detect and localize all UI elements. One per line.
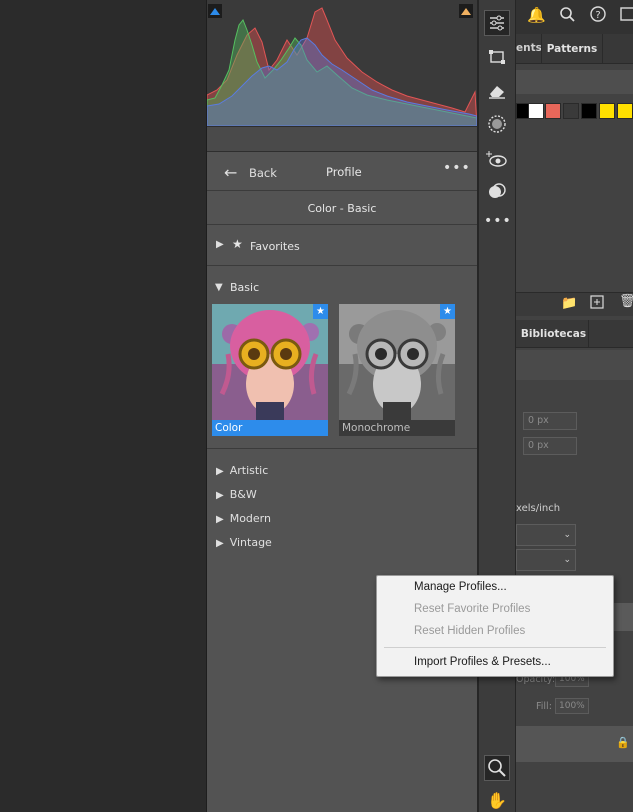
crop-tool[interactable] [484, 45, 510, 71]
menu-item-reset-hidden-profiles[interactable]: Reset Hidden Profiles [414, 625, 525, 637]
shadow-clip-icon [210, 8, 220, 15]
favorite-star-icon[interactable]: ★ [313, 304, 328, 319]
masking-tool[interactable] [484, 112, 510, 138]
highlight-clipping-toggle[interactable] [459, 4, 473, 18]
expand-triangle-icon[interactable]: ▶ [216, 239, 224, 250]
group-label: B&W [229, 488, 257, 501]
portrait-monochrome-image [339, 304, 455, 420]
swatch[interactable] [563, 103, 579, 119]
menu-item-reset-favorite-profiles[interactable]: Reset Favorite Profiles [414, 603, 530, 615]
question-circle-icon: ? [590, 6, 606, 22]
swatch[interactable] [617, 103, 633, 119]
y-position-field[interactable]: 0 px [523, 437, 577, 455]
group-bw[interactable]: ▶ B&W [216, 488, 257, 501]
profile-preview-color [212, 304, 328, 420]
dropdown-2[interactable]: ⌄ [516, 549, 576, 571]
profile-preview-monochrome [339, 304, 455, 420]
favorite-star-icon[interactable]: ★ [440, 304, 455, 319]
more-options-button[interactable]: ••• [443, 160, 471, 176]
histogram [206, 0, 478, 127]
thumb-label: Color [212, 420, 328, 436]
menu-separator [384, 647, 606, 648]
group-label: Artistic [229, 464, 269, 477]
masking-icon [488, 115, 506, 133]
help-icon[interactable]: ? [590, 6, 606, 26]
trash-icon[interactable]: 🗑 [619, 294, 633, 309]
profile-thumb-color[interactable]: Color ★ [212, 304, 328, 436]
zoom-tool[interactable] [484, 755, 510, 781]
tab-libraries[interactable]: Bibliotecas [519, 320, 589, 348]
eraser-icon [489, 86, 505, 99]
profile-thumb-monochrome[interactable]: Monochrome ★ [339, 304, 455, 436]
panel-icon[interactable] [620, 6, 633, 26]
hand-tool[interactable]: ✋ [484, 788, 510, 812]
fill-field[interactable]: 100% [555, 698, 589, 714]
menu-item-manage-profiles[interactable]: Manage Profiles... [414, 581, 507, 593]
window-panel-icon [620, 7, 633, 21]
expand-triangle-icon: ▶ [216, 538, 224, 549]
star-icon: ★ [232, 237, 243, 251]
more-tools-button[interactable]: ••• [484, 208, 511, 234]
presets-icon [489, 183, 506, 198]
portrait-color-image [212, 304, 328, 420]
photoshop-side-panel [516, 0, 633, 812]
highlight-clip-icon [461, 8, 471, 15]
search-glass-icon [560, 7, 575, 22]
current-profile-name: Color - Basic [207, 192, 477, 225]
collapse-triangle-icon[interactable]: ▼ [215, 282, 223, 293]
shadow-clipping-toggle[interactable] [208, 4, 222, 18]
group-label: Modern [229, 512, 271, 525]
expand-triangle-icon: ▶ [216, 514, 224, 525]
edit-sliders-tool[interactable] [484, 10, 510, 36]
red-eye-tool[interactable] [484, 148, 510, 174]
group-modern[interactable]: ▶ Modern [216, 512, 271, 525]
presets-tool[interactable] [484, 179, 510, 205]
resolution-unit-label: xels/inch [516, 503, 561, 514]
basic-group-label[interactable]: Basic [230, 281, 259, 294]
favorites-label: Favorites [250, 240, 300, 253]
swatch[interactable] [528, 103, 544, 119]
group-vintage[interactable]: ▶ Vintage [216, 536, 272, 549]
divider [207, 448, 477, 449]
back-button[interactable]: Back [249, 166, 277, 180]
menu-item-import-profiles-presets[interactable]: Import Profiles & Presets... [414, 656, 551, 668]
favorites-group[interactable] [207, 226, 477, 266]
x-position-field[interactable]: 0 px [523, 412, 577, 430]
thumb-label: Monochrome [339, 420, 455, 436]
folder-icon[interactable]: 📁 [561, 296, 577, 311]
panel-title: Profile [326, 165, 362, 179]
magnifier-icon [488, 759, 506, 777]
sliders-icon [490, 15, 504, 31]
expand-triangle-icon: ▶ [216, 466, 224, 477]
new-swatch-icon[interactable] [590, 295, 604, 312]
red-eye-icon [486, 151, 507, 167]
histogram-graph [206, 7, 478, 127]
swatch-search-field[interactable] [516, 70, 633, 94]
lock-icon: 🔒 [616, 736, 630, 749]
group-label: Vintage [229, 536, 272, 549]
bell-icon[interactable]: 🔔 [527, 6, 546, 24]
expand-triangle-icon: ▶ [216, 490, 224, 501]
swatch[interactable] [581, 103, 597, 119]
properties-header [516, 350, 633, 380]
svg-text:?: ? [595, 10, 600, 21]
histogram-info-strip [207, 126, 477, 152]
canvas-area [0, 0, 206, 812]
healing-tool[interactable] [484, 78, 510, 104]
swatch[interactable] [599, 103, 615, 119]
search-icon[interactable] [559, 6, 575, 26]
swatch[interactable] [545, 103, 561, 119]
group-artistic[interactable]: ▶ Artistic [216, 464, 268, 477]
fill-label: Fill: [536, 701, 552, 712]
plus-square-icon [590, 295, 604, 309]
crop-icon [489, 50, 505, 64]
tab-patterns[interactable]: Patterns [541, 34, 603, 64]
back-arrow-icon[interactable]: ← [224, 163, 237, 182]
dropdown-1[interactable]: ⌄ [516, 524, 576, 546]
tab-gradients-partial[interactable]: ents [516, 42, 542, 54]
